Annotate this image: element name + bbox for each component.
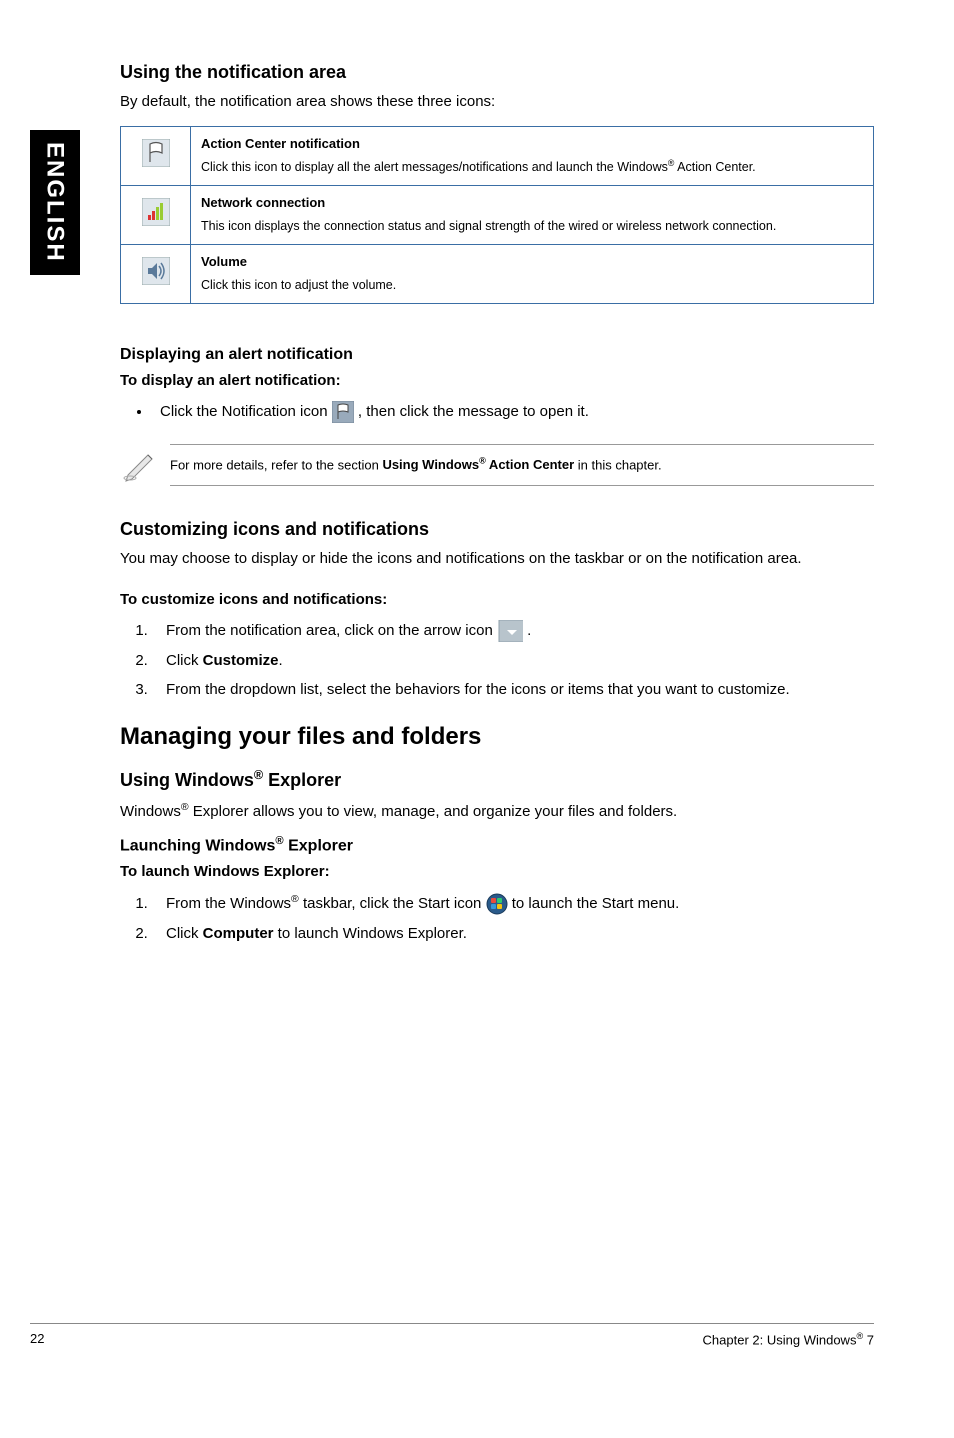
network-signal-icon [142, 198, 170, 226]
section-title-notification-area: Using the notification area [120, 60, 874, 85]
action-center-desc-cell: Action Center notification Click this ic… [191, 127, 874, 186]
network-icon-cell [121, 185, 191, 244]
row-desc: Click this icon to adjust the volume. [201, 278, 396, 292]
alert-subheading: To display an alert notification: [120, 370, 874, 391]
list-item: From the Windows® taskbar, click the Sta… [152, 892, 874, 915]
up-arrow-tray-icon [497, 620, 523, 642]
list-item: From the notification area, click on the… [152, 620, 874, 642]
flag-icon [142, 139, 170, 167]
note-box: For more details, refer to the section U… [120, 441, 874, 489]
table-row: Action Center notification Click this ic… [121, 127, 874, 186]
major-heading-managing: Managing your files and folders [120, 720, 874, 754]
list-item: Click Computer to launch Windows Explore… [152, 923, 874, 944]
list-item: From the dropdown list, select the behav… [152, 679, 874, 700]
row-desc: This icon displays the connection status… [201, 219, 776, 233]
list-item: Click the Notification icon , then click… [152, 401, 874, 423]
row-title: Volume [201, 253, 863, 271]
launch-heading: Launching Windows® Explorer [120, 834, 874, 858]
volume-icon [142, 257, 170, 285]
language-tab: ENGLISH [30, 130, 80, 275]
network-desc-cell: Network connection This icon displays th… [191, 185, 874, 244]
row-title: Action Center notification [201, 135, 863, 153]
page-number: 22 [30, 1330, 44, 1350]
start-orb-icon [486, 893, 508, 915]
customize-steps-title: To customize icons and notifications: [120, 589, 874, 610]
notification-flag-icon [332, 401, 354, 423]
row-desc: Click this icon to display all the alert… [201, 160, 756, 174]
explorer-intro: Windows® Explorer allows you to view, ma… [120, 800, 874, 822]
notification-area-intro: By default, the notification area shows … [120, 91, 874, 112]
note-text: For more details, refer to the section U… [170, 444, 874, 486]
pencil-note-icon [120, 441, 170, 489]
action-center-icon-cell [121, 127, 191, 186]
list-item: Click Customize. [152, 650, 874, 671]
launch-steps-list: From the Windows® taskbar, click the Sta… [152, 892, 874, 944]
alert-heading: Displaying an alert notification [120, 344, 874, 366]
page-footer: 22 Chapter 2: Using Windows® 7 [30, 1323, 874, 1350]
row-title: Network connection [201, 194, 863, 212]
alert-steps-list: Click the Notification icon , then click… [152, 401, 874, 423]
notification-icons-table: Action Center notification Click this ic… [120, 126, 874, 303]
volume-icon-cell [121, 244, 191, 303]
volume-desc-cell: Volume Click this icon to adjust the vol… [191, 244, 874, 303]
section-title-explorer: Using Windows® Explorer [120, 767, 874, 793]
customize-intro: You may choose to display or hide the ic… [120, 548, 874, 569]
customize-steps-list: From the notification area, click on the… [152, 620, 874, 700]
launch-subheading: To launch Windows Explorer: [120, 861, 874, 882]
table-row: Network connection This icon displays th… [121, 185, 874, 244]
section-title-customizing: Customizing icons and notifications [120, 517, 874, 542]
table-row: Volume Click this icon to adjust the vol… [121, 244, 874, 303]
chapter-label: Chapter 2: Using Windows® 7 [703, 1330, 874, 1350]
